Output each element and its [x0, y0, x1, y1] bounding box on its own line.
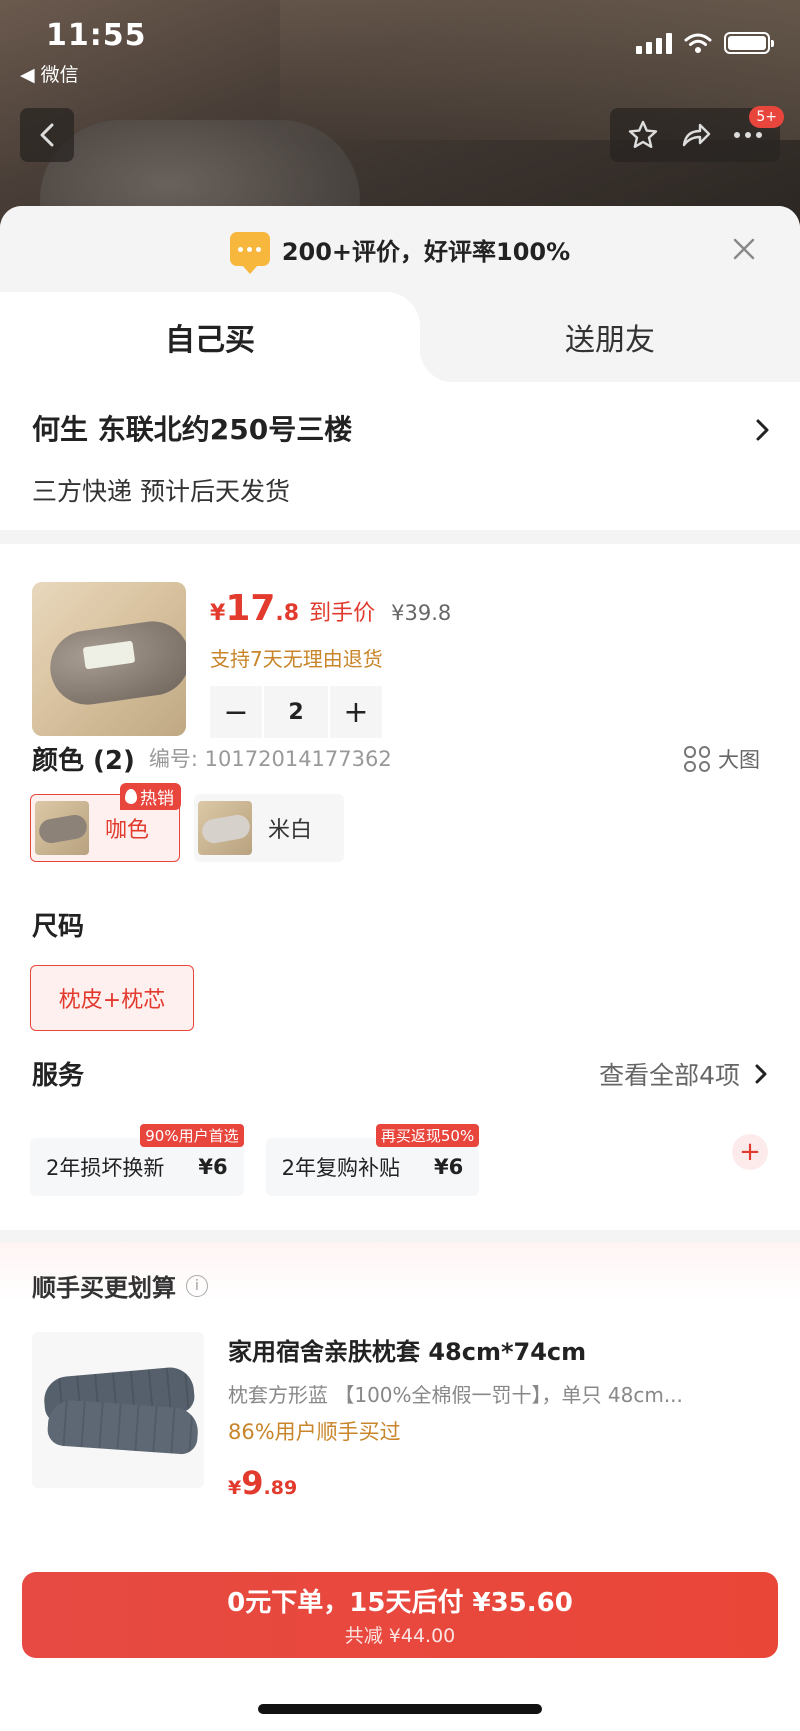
chevron-right-icon: [755, 1064, 767, 1083]
color-swatch-image: [198, 801, 252, 855]
rating-bar: 200+评价，好评率100%: [0, 206, 800, 292]
upsell-product-info[interactable]: 家用宿舍亲肤枕套 48cm*74cm 枕套方形蓝 【100%全棉假一罚十】，单只…: [228, 1332, 770, 1502]
tab-buy-for-self[interactable]: 自己买: [0, 292, 454, 382]
section-divider: [0, 530, 800, 544]
delivery-estimate: 三方快递 预计后天发货: [32, 477, 290, 506]
quantity-value[interactable]: 2: [264, 686, 328, 738]
service-damage-replacement[interactable]: 2年损坏换新 ¥6 90%用户首选: [30, 1124, 244, 1196]
upsell-product-desc: 枕套方形蓝 【100%全棉假一罚十】，单只 48cm...: [228, 1383, 683, 1407]
close-icon[interactable]: [728, 233, 760, 265]
order-main-text: 0元下单，15天后付 ¥35.60: [227, 1588, 573, 1618]
hot-sale-badge: 热销: [120, 783, 181, 810]
price-label: 到手价: [309, 601, 376, 626]
product-summary: ¥17.8 到手价 ¥39.8 支持7天无理由退货 − 2 +: [0, 544, 800, 738]
services-title: 服务: [32, 1061, 85, 1091]
chevron-left-icon: [40, 123, 54, 147]
color-swatch-image: [35, 801, 89, 855]
decrease-button[interactable]: −: [210, 686, 262, 738]
size-option[interactable]: 枕皮+枕芯: [30, 965, 194, 1031]
upsell-product-title: 家用宿舍亲肤枕套 48cm*74cm: [228, 1338, 587, 1366]
size-title: 尺码: [32, 912, 85, 942]
notification-badge: 5+: [749, 106, 784, 128]
service-tag: 90%用户首选: [140, 1124, 244, 1147]
original-price: ¥39.8: [391, 601, 452, 625]
flame-icon: [125, 789, 137, 804]
return-policy: 支持7天无理由退货: [210, 647, 383, 671]
upsell-title: 顺手买更划算: [32, 1274, 176, 1302]
color-title: 颜色 (2): [32, 745, 135, 776]
upsell-section: 顺手买更划算 i 家用宿舍亲肤枕套 48cm*74cm 枕套方形蓝 【100%全…: [0, 1242, 800, 1542]
address-section[interactable]: 何生 东联北约250号三楼 三方快递 预计后天发货: [0, 382, 800, 530]
section-divider: [0, 1230, 800, 1242]
upsell-product-image[interactable]: [32, 1332, 204, 1488]
upsell-social-proof: 86%用户顺手买过: [228, 1420, 401, 1444]
color-header: 颜色 (2) 编号: 10172014177362 大图: [0, 738, 800, 778]
rating-text: 200+评价，好评率100%: [281, 237, 571, 266]
share-icon[interactable]: [680, 119, 712, 151]
more-icon[interactable]: [733, 130, 763, 140]
cellular-signal-icon: [636, 32, 672, 54]
increase-button[interactable]: +: [330, 686, 382, 738]
service-repurchase-subsidy[interactable]: 2年复购补贴 ¥6 再买返现50%: [265, 1124, 480, 1196]
final-price: ¥17.8: [210, 588, 300, 629]
services-header: 服务 查看全部4项: [0, 1055, 800, 1092]
tab-gift-to-friend[interactable]: 送朋友: [420, 292, 800, 382]
status-bar: 11:55 ◀ 微信: [0, 0, 800, 92]
color-option-brown[interactable]: 咖色 热销: [30, 783, 181, 862]
product-thumbnail[interactable]: [32, 582, 186, 736]
place-order-button[interactable]: 0元下单，15天后付 ¥35.60 共减 ¥44.00: [22, 1572, 778, 1658]
status-time: 11:55: [46, 18, 147, 53]
battery-icon: [724, 32, 774, 54]
upsell-price: ¥9.89: [228, 1464, 298, 1502]
home-indicator[interactable]: [258, 1704, 542, 1714]
wifi-icon: [684, 33, 712, 53]
color-options: 咖色 热销 米白: [0, 783, 800, 862]
purchase-tabs: 自己买 送朋友: [0, 292, 800, 382]
purchase-sheet: 200+评价，好评率100% 自己买 送朋友 何生 东联北约250号三楼 三方快…: [0, 206, 800, 1731]
info-icon[interactable]: i: [186, 1274, 208, 1297]
color-option-beige[interactable]: 米白: [194, 794, 344, 862]
view-all-services-link[interactable]: 查看全部4项: [599, 1056, 768, 1092]
star-icon[interactable]: [627, 119, 659, 151]
chevron-right-icon: [756, 419, 769, 441]
quantity-stepper: − 2 +: [210, 686, 451, 738]
back-button[interactable]: [20, 108, 74, 162]
add-upsell-button[interactable]: +: [732, 1134, 768, 1170]
review-chat-icon: [229, 232, 270, 274]
grid-icon: [684, 746, 710, 772]
sku-number: 编号: 10172014177362: [148, 747, 392, 771]
big-image-button[interactable]: 大图: [684, 744, 760, 774]
address-line: 何生 东联北约250号三楼: [32, 413, 353, 446]
back-to-app-link[interactable]: ◀ 微信: [20, 60, 79, 87]
service-cards: 2年损坏换新 ¥6 90%用户首选 2年复购补贴 ¥6 再买返现50%: [0, 1124, 800, 1196]
order-discount-text: 共减 ¥44.00: [344, 1625, 456, 1647]
service-tag: 再买返现50%: [375, 1124, 480, 1147]
